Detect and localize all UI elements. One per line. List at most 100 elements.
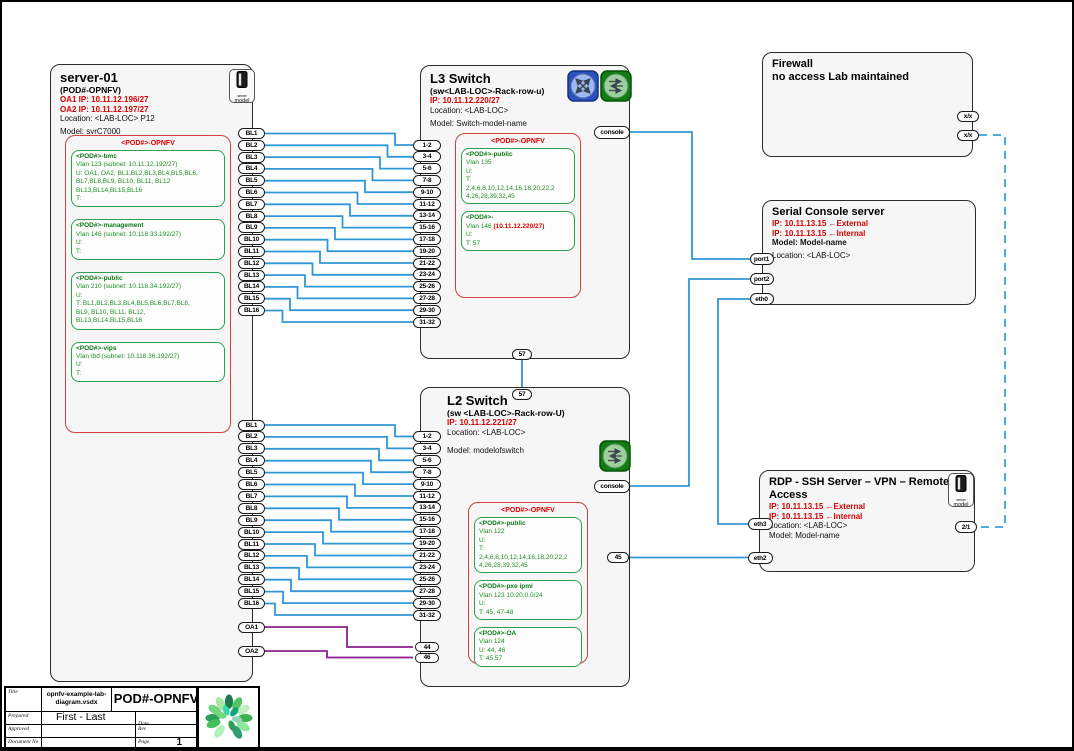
port-bl14[interactable]: BL14 [238,574,265,585]
port-bl13[interactable]: BL13 [238,562,265,573]
port-31-32[interactable]: 31-32 [413,610,441,621]
port-bl10[interactable]: BL10 [238,234,265,245]
network-box[interactable]: <POD#>-publicVlan 135U:T:2,4,6,8,10,12,1… [461,148,575,204]
port-bl5[interactable]: BL5 [238,467,265,478]
port-bl11[interactable]: BL11 [238,539,265,550]
network-box[interactable]: <POD#>-pxe ipmiVlan 123 10.20.0.0/24U:T:… [474,580,582,620]
port-44[interactable]: 44 [415,642,439,652]
port-11-12[interactable]: 11-12 [413,491,441,502]
port-bl2[interactable]: BL2 [238,431,265,442]
port-5-6[interactable]: 5-6 [413,455,441,466]
port-17-18[interactable]: 17-18 [413,234,441,245]
port-bl6[interactable]: BL6 [238,187,265,198]
network-box[interactable]: <POD#>-bmcVlan 123 (subnet: 10.11.12.192… [71,150,225,207]
pod-group-box[interactable]: <POD#>-OPNFV <POD#>-publicVlan 135U:T:2,… [455,133,581,298]
port-13-14[interactable]: 13-14 [413,210,441,221]
port-29-30[interactable]: 29-30 [413,598,441,609]
port-31-32[interactable]: 31-32 [413,317,441,328]
port-bl14[interactable]: BL14 [238,281,265,292]
pod-group-box[interactable]: <POD#>-OPNFV <POD#>-bmcVlan 123 (subnet:… [65,135,231,433]
port-21-22[interactable]: 21-22 [413,258,441,269]
port-bl15[interactable]: BL15 [238,586,265,597]
port-45[interactable]: 45 [607,552,629,563]
port-bl4[interactable]: BL4 [238,455,265,466]
port-3-4[interactable]: 3-4 [413,151,441,162]
port-57[interactable]: 57 [512,349,532,360]
port-21-22[interactable]: 21-22 [413,550,441,561]
node-firewall[interactable]: Firewall no access Lab maintained [762,52,973,157]
port-bl1[interactable]: BL1 [238,420,265,431]
port-x-x[interactable]: x/x [957,111,979,122]
port-bl10[interactable]: BL10 [238,527,265,538]
port-bl9[interactable]: BL9 [238,222,265,233]
port-bl16[interactable]: BL16 [238,598,265,609]
port-bl7[interactable]: BL7 [238,491,265,502]
port-console[interactable]: console [594,480,630,493]
port-bl12[interactable]: BL12 [238,550,265,561]
port-25-26[interactable]: 25-26 [413,574,441,585]
port-console[interactable]: console [594,126,630,139]
network-box[interactable]: <POD#>-OAVlan 124U: 44, 46T: 45,57 [474,627,582,667]
port-25-26[interactable]: 25-26 [413,281,441,292]
port-3-4[interactable]: 3-4 [413,443,441,454]
port-eth0[interactable]: eth0 [750,293,774,305]
port-27-28[interactable]: 27-28 [413,586,441,597]
port-bl8[interactable]: BL8 [238,211,265,222]
node-rdp-ssh-vpn[interactable]: RDP - SSH Server – VPN – Remote Access I… [759,470,975,572]
port-57[interactable]: 57 [512,389,532,400]
network-box[interactable]: <POD#>-vipsVlan tbd (subnet: 10.118.36.1… [71,342,225,383]
port-bl3[interactable]: BL3 [238,443,265,454]
network-box[interactable]: <POD#>-publicVlan 122U:T:2,4,6,8,10,12,1… [474,517,582,573]
network-box[interactable]: <POD#>-publicVlan 210 (subnet: 10.118.34… [71,272,225,329]
network-box[interactable]: <POD#>-Vlan 146 (10.11.12.220/27)U:T: 57 [461,211,575,251]
port-19-20[interactable]: 19-20 [413,538,441,549]
port-x-x[interactable]: x/x [957,130,979,141]
network-box[interactable]: <POD#>-managementVlan 146 (subnet: 10.11… [71,219,225,260]
port-port2[interactable]: port2 [750,273,774,285]
port-9-10[interactable]: 9-10 [413,187,441,198]
port-bl7[interactable]: BL7 [238,199,265,210]
port-27-28[interactable]: 27-28 [413,293,441,304]
port-bl1[interactable]: BL1 [238,128,265,139]
node-serial-console-server[interactable]: Serial Console server IP: 10.11.13.15 ←E… [762,200,976,305]
port-1-2[interactable]: 1-2 [413,140,441,151]
port-bl5[interactable]: BL5 [238,175,265,186]
port-bl16[interactable]: BL16 [238,305,265,316]
port-23-24[interactable]: 23-24 [413,269,441,280]
node-server-01[interactable]: server-01 (POD#-OPNFV) OA1 IP: 10.11.12.… [50,64,253,682]
port-23-24[interactable]: 23-24 [413,562,441,573]
port-bl8[interactable]: BL8 [238,503,265,514]
node-model: Model: Model-name [772,238,966,248]
port-46[interactable]: 46 [415,653,439,663]
port-bl9[interactable]: BL9 [238,515,265,526]
port-bl6[interactable]: BL6 [238,479,265,490]
port-bl13[interactable]: BL13 [238,270,265,281]
port-11-12[interactable]: 11-12 [413,199,441,210]
port-bl11[interactable]: BL11 [238,246,265,257]
port-17-18[interactable]: 17-18 [413,526,441,537]
port-29-30[interactable]: 29-30 [413,305,441,316]
port-bl15[interactable]: BL15 [238,293,265,304]
port-bl2[interactable]: BL2 [238,140,265,151]
port-15-16[interactable]: 15-16 [413,514,441,525]
port-eth2[interactable]: eth2 [748,552,773,564]
port-oa1[interactable]: OA1 [238,622,265,633]
node-l3-switch[interactable]: L3 Switch (sw<LAB-LOC>-Rack-row-u) IP: 1… [420,65,630,359]
port-9-10[interactable]: 9-10 [413,479,441,490]
node-l2-switch[interactable]: L2 Switch (sw <LAB-LOC>-Rack-row-U) IP: … [420,387,630,687]
port-bl4[interactable]: BL4 [238,163,265,174]
port-bl12[interactable]: BL12 [238,258,265,269]
port-port1[interactable]: port1 [750,253,774,265]
port-19-20[interactable]: 19-20 [413,246,441,257]
port-15-16[interactable]: 15-16 [413,222,441,233]
pod-group-box[interactable]: <POD#>-OPNFV <POD#>-publicVlan 122U:T:2,… [468,502,588,664]
port-13-14[interactable]: 13-14 [413,502,441,513]
port-7-8[interactable]: 7-8 [413,467,441,478]
port-bl3[interactable]: BL3 [238,152,265,163]
port-1-2[interactable]: 1-2 [413,431,441,442]
port-2-1[interactable]: 2/1 [955,521,977,533]
port-oa2[interactable]: OA2 [238,646,265,657]
port-eth3[interactable]: eth3 [748,518,773,530]
port-7-8[interactable]: 7-8 [413,175,441,186]
port-5-6[interactable]: 5-6 [413,163,441,174]
